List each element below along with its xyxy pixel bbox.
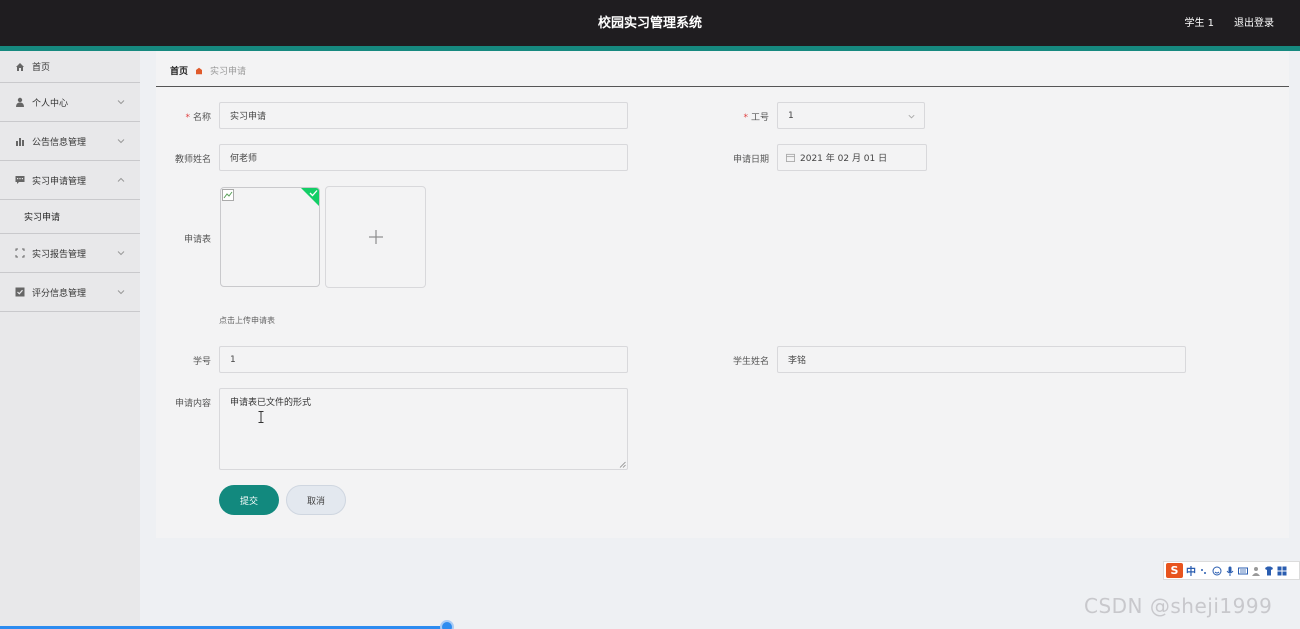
broken-image-icon: [222, 189, 234, 201]
sidebar: 首页 个人中心 公告信息管理 实习申请管理 实习申请 实习报告管理 评分信息管理: [0, 51, 140, 629]
sidebar-item-internship-apply[interactable]: 实习申请管理: [0, 161, 140, 200]
breadcrumb: 首页 实习申请: [170, 64, 246, 77]
emoji-icon[interactable]: [1212, 566, 1222, 576]
ime-toolbar[interactable]: S 中: [1163, 561, 1300, 580]
person-icon[interactable]: [1251, 566, 1261, 576]
bottom-progress-knob[interactable]: [440, 620, 454, 629]
chevron-up-icon: [117, 177, 125, 182]
teacher-label: 教师姓名: [174, 155, 211, 165]
plus-icon: [368, 230, 383, 244]
check-icon: [309, 190, 318, 197]
microphone-icon[interactable]: [1225, 566, 1235, 576]
chevron-down-icon: [117, 100, 125, 105]
upload-hint: 点击上传申请表: [219, 316, 275, 325]
sidebar-item-label: 个人中心: [32, 98, 69, 109]
chevron-down-icon: [908, 114, 915, 119]
sidebar-item-label: 实习报告管理: [32, 249, 87, 260]
ime-mode[interactable]: 中: [1186, 563, 1196, 578]
breadcrumb-divider: [156, 86, 1289, 87]
sidebar-item-label: 首页: [32, 63, 51, 73]
checkbox-icon: [14, 286, 26, 298]
chevron-down-icon: [117, 290, 125, 295]
teacher-input[interactable]: 何老师: [219, 144, 628, 171]
chat-icon: [14, 174, 26, 186]
submit-button[interactable]: 提交: [219, 485, 279, 515]
calendar-icon: [786, 153, 795, 162]
chevron-down-icon: [117, 251, 125, 256]
keyboard-icon[interactable]: [1238, 566, 1248, 576]
chevron-down-icon: [117, 139, 125, 144]
sidebar-item-reports[interactable]: 实习报告管理: [0, 234, 140, 273]
form-upload-label: 申请表: [183, 235, 211, 245]
name-label: * 名称: [185, 113, 211, 123]
breadcrumb-separator-icon: [196, 67, 203, 74]
breadcrumb-current: 实习申请: [210, 67, 247, 77]
grid-menu-icon[interactable]: [1277, 566, 1287, 576]
shirt-icon[interactable]: [1264, 566, 1274, 576]
sidebar-item-notices[interactable]: 公告信息管理: [0, 122, 140, 161]
worker-id-select[interactable]: 1: [777, 102, 925, 129]
sidebar-item-label: 评分信息管理: [32, 288, 87, 299]
app-title: 校园实习管理系统: [597, 16, 702, 31]
upload-add-button[interactable]: [325, 186, 426, 288]
breadcrumb-home[interactable]: 首页: [170, 64, 188, 77]
name-input[interactable]: 实习申请: [219, 102, 628, 129]
bar-chart-icon: [14, 135, 26, 147]
student-name-input[interactable]: 李铭: [777, 346, 1186, 373]
punctuation-icon[interactable]: [1199, 566, 1209, 576]
cancel-button[interactable]: 取消: [286, 485, 346, 515]
content-textarea[interactable]: 申请表已文件的形式: [219, 388, 628, 470]
sidebar-item-label: 实习申请管理: [32, 176, 87, 187]
resize-grip-icon[interactable]: [619, 461, 626, 468]
fullscreen-icon: [14, 247, 26, 259]
user-icon: [14, 96, 26, 108]
sogou-logo-icon[interactable]: S: [1166, 563, 1183, 578]
date-label: 申请日期: [732, 155, 769, 165]
sidebar-item-label: 公告信息管理: [32, 137, 87, 148]
student-name-label: 学生姓名: [732, 357, 769, 367]
sidebar-item-profile[interactable]: 个人中心: [0, 83, 140, 122]
sidebar-subitem-internship-apply[interactable]: 实习申请: [0, 200, 140, 234]
student-id-label: 学号: [192, 357, 211, 367]
student-id-input[interactable]: 1: [219, 346, 628, 373]
content-label: 申请内容: [174, 399, 211, 409]
date-picker[interactable]: 2021 年 02 月 01 日: [777, 144, 927, 171]
main-content: 首页 实习申请 * 名称 实习申请 * 工号 1 教师姓名 何老师 申请日期 202…: [156, 51, 1289, 538]
home-icon: [14, 61, 26, 73]
sidebar-item-scores[interactable]: 评分信息管理: [0, 273, 140, 312]
current-user[interactable]: 学生 1: [1184, 14, 1214, 29]
logout-link[interactable]: 退出登录: [1234, 14, 1274, 29]
text-cursor-icon: [258, 411, 264, 423]
worker-id-label: * 工号: [743, 113, 769, 123]
csdn-watermark: CSDN @sheji1999: [1084, 594, 1273, 618]
uploaded-file-thumbnail[interactable]: [220, 187, 320, 287]
top-header: 校园实习管理系统 学生 1 退出登录: [0, 0, 1300, 46]
sidebar-item-home[interactable]: 首页: [0, 51, 140, 83]
